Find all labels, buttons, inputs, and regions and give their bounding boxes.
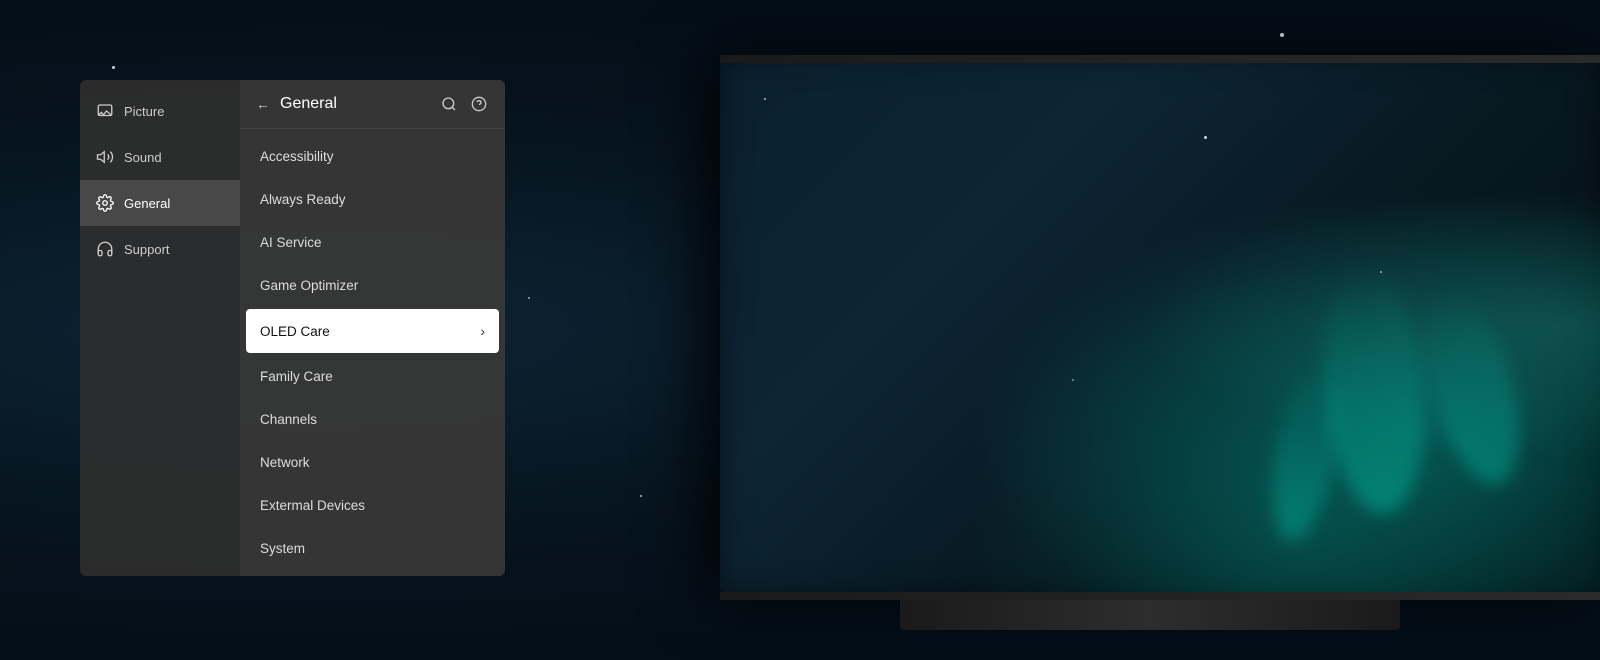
- menu-item-label-network: Network: [260, 455, 310, 470]
- sidebar-item-picture[interactable]: Picture: [80, 88, 240, 134]
- menu-item-game-optimizer[interactable]: Game Optimizer: [240, 264, 505, 307]
- tv-bezel-bottom: [720, 592, 1600, 600]
- menu-item-label-channels: Channels: [260, 412, 317, 427]
- search-icon[interactable]: [439, 94, 459, 114]
- menu-item-label-accessibility: Accessibility: [260, 149, 334, 164]
- oled-care-chevron: ›: [480, 323, 485, 339]
- general-menu-list: Accessibility Always Ready AI Service Ga…: [240, 129, 505, 576]
- menu-item-always-ready[interactable]: Always Ready: [240, 178, 505, 221]
- sidebar-label-general: General: [124, 196, 170, 211]
- panel-header-icons: [439, 94, 489, 114]
- menu-item-label-always-ready: Always Ready: [260, 192, 346, 207]
- general-panel: ← General: [240, 80, 505, 576]
- panel-header: ← General: [240, 80, 505, 129]
- back-button[interactable]: ←: [256, 96, 270, 112]
- general-icon: [96, 194, 114, 212]
- menu-item-label-external-devices: Extermal Devices: [260, 498, 365, 513]
- menu-item-external-devices[interactable]: Extermal Devices: [240, 484, 505, 527]
- panel-title: General: [280, 95, 337, 113]
- picture-icon: [96, 102, 114, 120]
- sound-icon: [96, 148, 114, 166]
- menu-overlay: Picture Sound General Support: [80, 80, 505, 576]
- sidebar-item-sound[interactable]: Sound: [80, 134, 240, 180]
- tv-stand: [900, 600, 1400, 630]
- sidebar-label-sound: Sound: [124, 150, 162, 165]
- menu-item-channels[interactable]: Channels: [240, 398, 505, 441]
- sidebar-label-support: Support: [124, 242, 170, 257]
- menu-item-oled-care[interactable]: OLED Care ›: [246, 309, 499, 353]
- menu-item-label-family-care: Family Care: [260, 369, 333, 384]
- menu-item-label-game-optimizer: Game Optimizer: [260, 278, 358, 293]
- menu-item-ai-service[interactable]: AI Service: [240, 221, 505, 264]
- sidebar-label-picture: Picture: [124, 104, 164, 119]
- menu-item-label-system: System: [260, 541, 305, 556]
- help-icon[interactable]: [469, 94, 489, 114]
- menu-item-label-ai-service: AI Service: [260, 235, 322, 250]
- sidebar-item-general[interactable]: General: [80, 180, 240, 226]
- menu-item-label-oled-care: OLED Care: [260, 324, 330, 339]
- sidebar-item-support[interactable]: Support: [80, 226, 240, 272]
- menu-item-system[interactable]: System: [240, 527, 505, 570]
- sidebar: Picture Sound General Support: [80, 80, 240, 576]
- menu-item-accessibility[interactable]: Accessibility: [240, 135, 505, 178]
- tv-screen: [720, 55, 1600, 595]
- support-icon: [96, 240, 114, 258]
- menu-item-network[interactable]: Network: [240, 441, 505, 484]
- tv-bezel-top: [720, 55, 1600, 63]
- panel-header-left: ← General: [256, 95, 337, 113]
- menu-item-family-care[interactable]: Family Care: [240, 355, 505, 398]
